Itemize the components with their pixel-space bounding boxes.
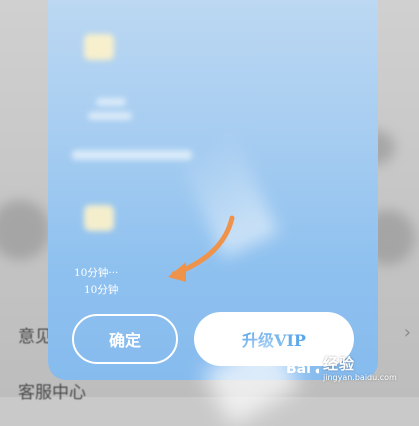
vip-dialog: 10分钟··· 10分钟 确定 升级VIP: [48, 0, 378, 380]
background-blur-shape: [0, 200, 50, 260]
baidu-watermark: Bai 经验 jingyan.baidu.com: [285, 351, 405, 385]
blurred-text-line: [72, 150, 192, 160]
blurred-text-line: [96, 98, 126, 106]
timer-text: 10分钟: [84, 284, 119, 296]
blurred-icon: [84, 34, 114, 60]
blurred-text-line: [88, 112, 132, 120]
timer-text: 10分钟···: [74, 267, 119, 279]
watermark-url: jingyan.baidu.com: [323, 373, 397, 382]
blurred-icon: [84, 205, 114, 231]
watermark-logo-text: Bai: [286, 361, 311, 377]
baidu-paw-icon: Bai: [286, 360, 319, 377]
background-row-label: 客服中心: [18, 383, 86, 403]
chevron-right-icon: ›: [403, 322, 411, 343]
watermark-title: 经验: [323, 355, 356, 373]
arrow-annotation-icon: [168, 215, 235, 282]
background-row-label: 意见: [18, 327, 52, 347]
confirm-button[interactable]: 确定: [72, 314, 178, 364]
